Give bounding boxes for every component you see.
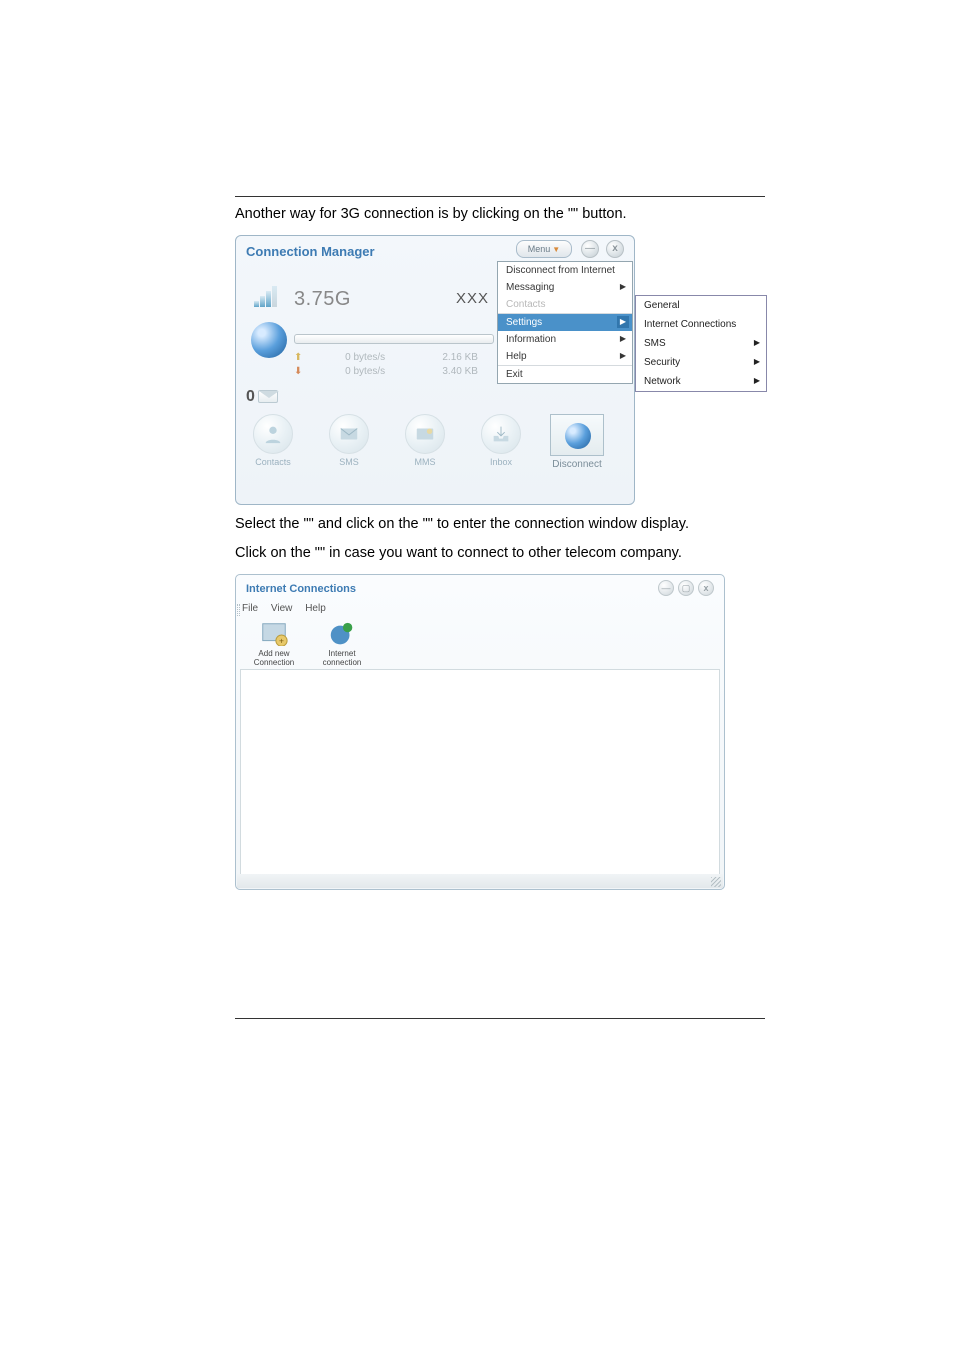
submenu-security[interactable]: Security▶ (636, 353, 766, 372)
sms-counter: 0 (246, 388, 278, 406)
provider-label: XXX (456, 290, 489, 307)
menu-button[interactable]: Menu▼ (516, 240, 572, 258)
menu-help[interactable]: Help (305, 603, 326, 614)
globe-icon (251, 322, 287, 358)
menu-help[interactable]: Help▶ (498, 348, 632, 366)
internet-connection-button[interactable]: Internet connection (318, 619, 366, 667)
settings-submenu: General Internet Connections SMS▶ Securi… (635, 295, 767, 392)
inbox-button[interactable]: Inbox (474, 414, 528, 470)
paragraph-1: Another way for 3G connection is by clic… (235, 205, 765, 225)
upload-stats: ⬆ 0 bytes/s 2.16 KB (294, 352, 478, 363)
resize-grip-icon[interactable] (711, 877, 721, 887)
figure-connection-manager: Connection Manager Menu▼ — x 3.75G XXX ⬆… (235, 235, 765, 505)
menu-file[interactable]: File (242, 603, 258, 614)
bottom-rule (235, 1018, 765, 1019)
submenu-network[interactable]: Network▶ (636, 372, 766, 391)
para1-b: " button. (573, 206, 627, 222)
toolbar: + Add new Connection Internet connection (250, 619, 366, 667)
submenu-sms[interactable]: SMS▶ (636, 334, 766, 353)
figure-internet-connections: Internet Connections — ▢ x File View Hel… (235, 574, 725, 890)
submenu-internet-connections[interactable]: Internet Connections (636, 315, 766, 334)
menu-view[interactable]: View (271, 603, 293, 614)
menu-contacts[interactable]: Contacts (498, 296, 632, 314)
sms-button[interactable]: SMS (322, 414, 376, 470)
status-bar (237, 874, 723, 888)
paragraph-2: Select the "" and click on the "" to ent… (235, 515, 765, 535)
menubar: File View Help (242, 603, 336, 614)
maximize-button[interactable]: ▢ (678, 580, 694, 596)
minimize-button[interactable]: — (581, 240, 599, 258)
menu-settings[interactable]: Settings▶ (498, 314, 632, 331)
network-label: 3.75G (294, 288, 351, 311)
main-area (240, 669, 720, 885)
close-button[interactable]: x (606, 240, 624, 258)
bottom-icon-row: Contacts SMS MMS Inbox Disconnect (246, 414, 604, 470)
progress-bar (294, 334, 494, 344)
window-title: Connection Manager (246, 244, 375, 259)
envelope-icon (258, 390, 278, 403)
toolbar-grip (237, 604, 240, 616)
paragraph-3: Click on the "" in case you want to conn… (235, 544, 765, 564)
para1-a: Another way for 3G connection is by clic… (235, 206, 573, 222)
menu-messaging[interactable]: Messaging▶ (498, 279, 632, 296)
menu-information[interactable]: Information▶ (498, 331, 632, 348)
add-new-connection-button[interactable]: + Add new Connection (250, 619, 298, 667)
mms-button[interactable]: MMS (398, 414, 452, 470)
close-button[interactable]: x (698, 580, 714, 596)
menu-disconnect-internet[interactable]: Disconnect from Internet (498, 262, 632, 279)
disconnect-button[interactable]: Disconnect (550, 414, 604, 470)
top-rule (235, 196, 765, 197)
menu-exit[interactable]: Exit (498, 366, 632, 383)
signal-icon (254, 286, 284, 308)
svg-text:+: + (279, 635, 284, 645)
download-stats: ⬇ 0 bytes/s 3.40 KB (294, 366, 478, 377)
submenu-general[interactable]: General (636, 296, 766, 315)
contacts-button[interactable]: Contacts (246, 414, 300, 470)
window-title: Internet Connections (246, 583, 356, 595)
main-menu-dropdown: Disconnect from Internet Messaging▶ Cont… (497, 261, 633, 384)
minimize-button[interactable]: — (658, 580, 674, 596)
